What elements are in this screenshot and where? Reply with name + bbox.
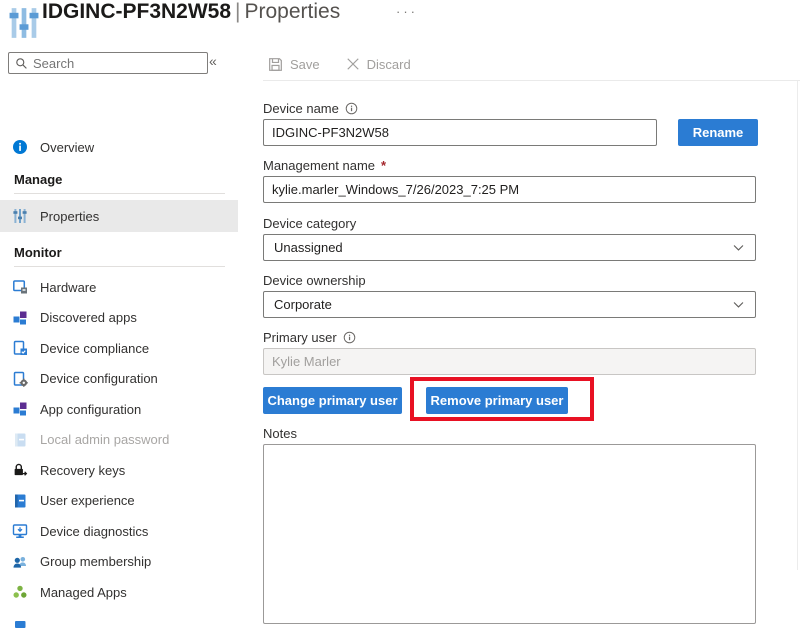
sidebar-item-user-experience[interactable]: User experience	[0, 486, 238, 516]
device-ownership-label: Device ownership	[263, 273, 366, 288]
sidebar-item-label: Properties	[40, 209, 99, 224]
sidebar-item-device-diagnostics[interactable]: Device diagnostics	[0, 516, 238, 546]
management-name-input[interactable]	[263, 176, 756, 203]
sidebar-item-overview[interactable]: Overview	[0, 132, 238, 162]
sidebar-item-recovery-keys[interactable]: Recovery keys	[0, 455, 238, 485]
sidebar-item-app-configuration[interactable]: App configuration	[0, 394, 238, 424]
device-name-input[interactable]	[263, 119, 657, 146]
page-title-device: IDGINC-PF3N2W58	[42, 0, 231, 23]
sidebar-item-discovered-apps[interactable]: Discovered apps	[0, 303, 238, 333]
sidebar-item-label: Overview	[40, 140, 94, 155]
collapse-sidebar-button[interactable]: «	[209, 53, 217, 69]
search-input[interactable]	[33, 56, 193, 71]
sidebar-item-label: App configuration	[40, 402, 141, 417]
sidebar-item-label: Device compliance	[40, 341, 149, 356]
device-gear-icon	[12, 371, 28, 387]
device-ownership-select[interactable]: Corporate	[263, 291, 756, 318]
hardware-icon	[12, 279, 28, 295]
close-icon	[346, 57, 360, 71]
info-outline-icon	[345, 102, 358, 115]
sidebar-item-label: Discovered apps	[40, 310, 137, 325]
sidebar-item-label: User experience	[40, 493, 135, 508]
search-input-container[interactable]	[8, 52, 208, 74]
sidebar-item-hardware[interactable]: Hardware	[0, 272, 238, 302]
green-cluster-icon	[12, 584, 28, 600]
rename-button[interactable]: Rename	[678, 119, 758, 146]
sidebar-item-group-membership[interactable]: Group membership	[0, 547, 238, 577]
lock-arrow-icon	[12, 462, 28, 478]
section-divider	[14, 193, 225, 194]
device-name-label-text: Device name	[263, 101, 339, 116]
sidebar-item-label: Group membership	[40, 554, 151, 569]
sidebar-item-properties[interactable]: Properties	[0, 200, 238, 232]
primary-user-label-text: Primary user	[263, 330, 337, 345]
discard-button[interactable]: Discard	[346, 57, 411, 72]
sidebar-item-managed-apps[interactable]: Managed Apps	[0, 577, 238, 607]
management-name-label: Management name *	[263, 158, 386, 173]
device-category-value: Unassigned	[274, 240, 343, 255]
sidebar-item-device-compliance[interactable]: Device compliance	[0, 333, 238, 363]
sliders-icon	[12, 208, 28, 224]
toolbar: Save Discard	[263, 48, 800, 81]
sidebar-item-local-admin-password[interactable]: Local admin password	[0, 425, 238, 455]
notes-textarea[interactable]	[263, 444, 756, 624]
properties-sliders-icon	[7, 4, 41, 47]
sidebar-item-label: Local admin password	[40, 432, 169, 447]
info-outline-icon	[343, 331, 356, 344]
partial-icon	[12, 615, 28, 631]
floppy-icon	[268, 57, 283, 72]
remove-primary-user-button[interactable]: Remove primary user	[426, 387, 568, 414]
apps-grid-icon	[12, 401, 28, 417]
chevron-down-icon	[732, 298, 745, 311]
sidebar-item-label: Device configuration	[40, 371, 158, 386]
apps-grid-icon	[12, 310, 28, 326]
monitor-arrow-icon	[12, 523, 28, 539]
page-title: IDGINC-PF3N2W58|Properties	[42, 0, 340, 24]
primary-user-label: Primary user	[263, 330, 356, 345]
sidebar-section-monitor: Monitor	[14, 245, 62, 260]
chevron-down-icon	[732, 241, 745, 254]
sidebar-item-device-configuration[interactable]: Device configuration	[0, 364, 238, 394]
management-name-label-text: Management name	[263, 158, 375, 173]
device-category-select[interactable]: Unassigned	[263, 234, 756, 261]
device-category-label: Device category	[263, 216, 356, 231]
people-icon	[12, 554, 28, 570]
sidebar-section-manage: Manage	[14, 172, 62, 187]
device-ownership-value: Corporate	[274, 297, 332, 312]
section-divider	[14, 266, 225, 267]
journal-icon	[12, 432, 28, 448]
device-check-icon	[12, 340, 28, 356]
required-marker: *	[381, 158, 386, 173]
search-icon	[15, 57, 28, 70]
sidebar-item-partial[interactable]	[0, 608, 238, 638]
info-icon	[12, 139, 28, 155]
more-actions-button[interactable]: ···	[396, 4, 418, 19]
notes-label: Notes	[263, 426, 297, 441]
discard-button-label: Discard	[367, 57, 411, 72]
journal-icon	[12, 493, 28, 509]
page-title-separator: |	[231, 0, 244, 23]
save-button[interactable]: Save	[268, 57, 320, 72]
page-title-page: Properties	[245, 0, 341, 23]
sidebar-item-label: Device diagnostics	[40, 524, 148, 539]
save-button-label: Save	[290, 57, 320, 72]
change-primary-user-button[interactable]: Change primary user	[263, 387, 402, 414]
primary-user-input	[263, 348, 756, 375]
sidebar-item-label: Managed Apps	[40, 585, 127, 600]
main-content: Save Discard Device name Rename Manageme…	[263, 48, 800, 570]
sidebar-item-label: Recovery keys	[40, 463, 125, 478]
device-name-label: Device name	[263, 101, 358, 116]
sidebar-item-label: Hardware	[40, 280, 96, 295]
sidebar: « Overview Manage Properties Monitor	[0, 48, 238, 570]
